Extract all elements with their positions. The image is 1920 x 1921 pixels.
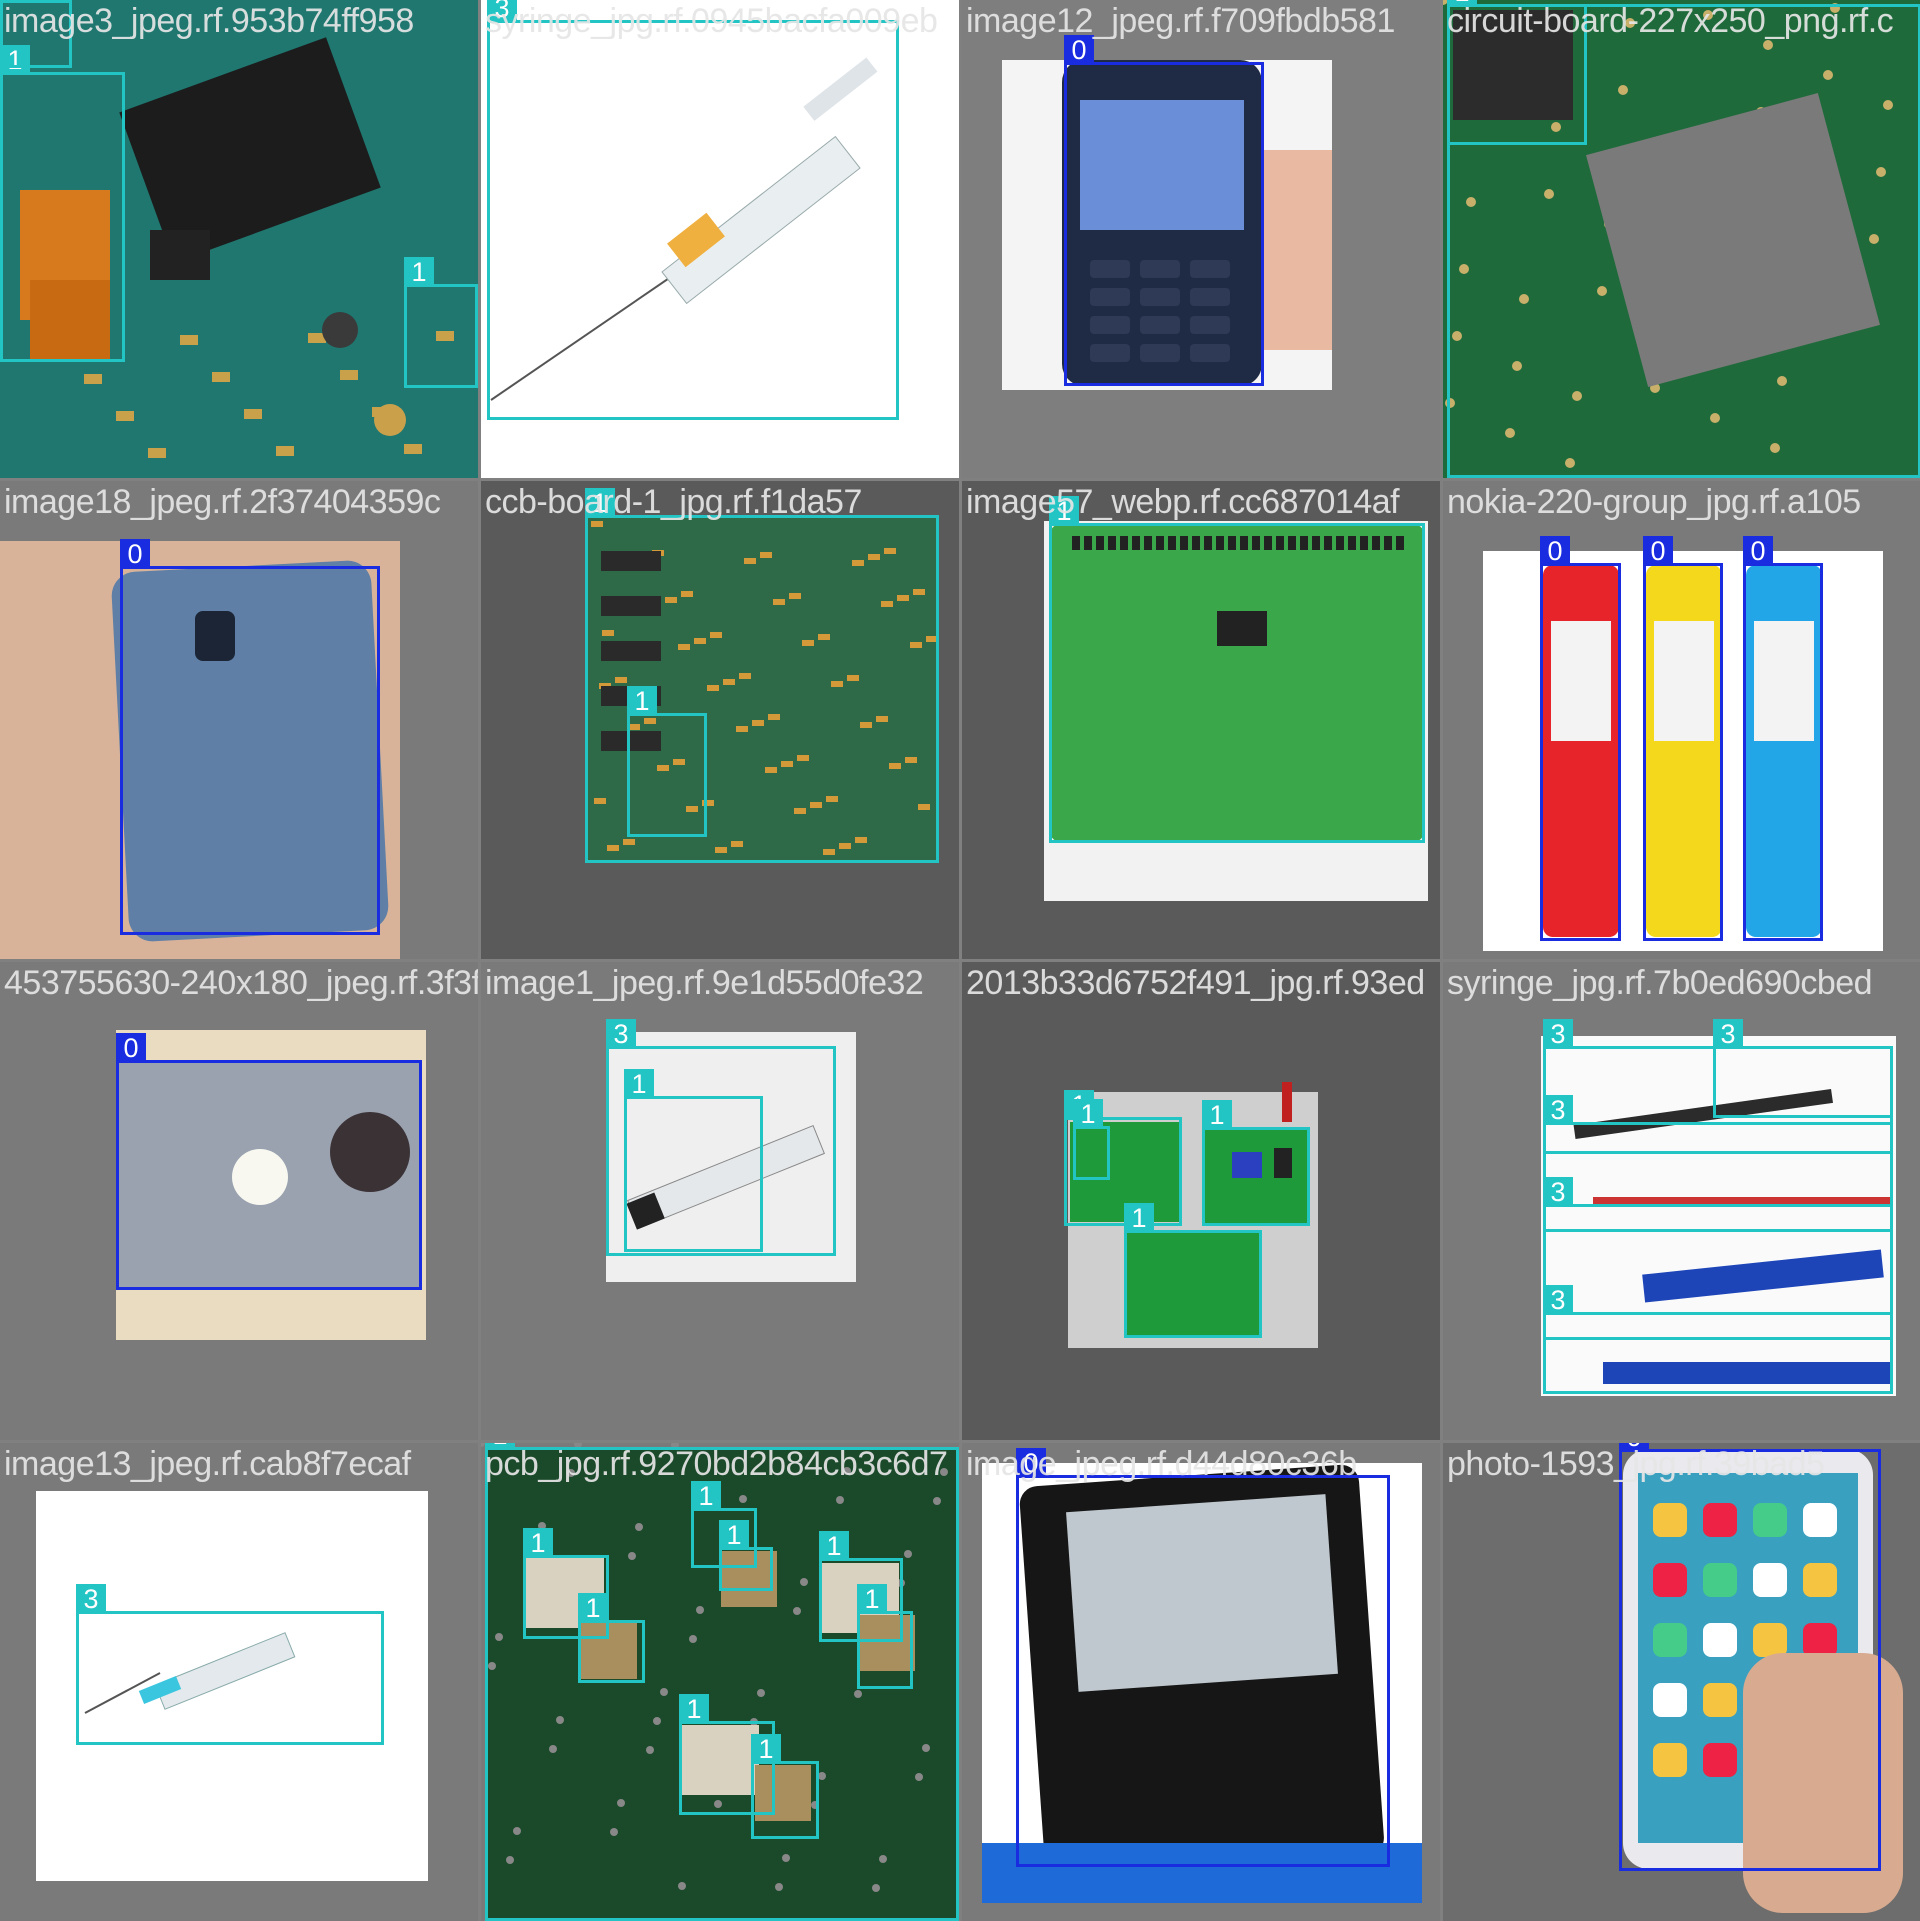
bounding-box: 1 <box>1202 1100 1310 1226</box>
bounding-box: 1 <box>627 686 707 837</box>
tile-filename: image_jpeg.rf.d44d80c36b <box>966 1445 1357 1483</box>
mosaic-tile: 0 453755630-240x180_jpeg.rf.3f3f <box>0 962 478 1440</box>
mosaic-tile: 1 1 ccb-board-1_jpg.rf.f1da57 <box>481 481 959 959</box>
mosaic-tile: 0photo-1593_jpg.rf.39bad5 <box>1443 1443 1920 1921</box>
mosaic-tile: 0 image12_jpeg.rf.f709fbdb581 <box>962 0 1440 478</box>
class-label: 0 <box>1643 536 1673 566</box>
bounding-box: 0 <box>1540 536 1621 941</box>
class-label: 1 <box>679 1694 709 1724</box>
bounding-box: 3 <box>1543 1285 1893 1394</box>
tile-filename: image13_jpeg.rf.cab8f7ecaf <box>4 1445 411 1483</box>
tile-filename: nokia-220-group_jpg.rf.a105 <box>1447 483 1861 521</box>
class-label: 1 <box>1073 1099 1103 1129</box>
mosaic-tile: 11circuit-board-227x250_png.rf.c <box>1443 0 1920 478</box>
mosaic-tile: 0 image18_jpeg.rf.2f37404359c <box>0 481 478 959</box>
bounding-box: 1 <box>857 1584 913 1689</box>
class-label: 1 <box>819 1531 849 1561</box>
tile-filename: ccb-board-1_jpg.rf.f1da57 <box>485 483 862 521</box>
tile-filename: image12_jpeg.rf.f709fbdb581 <box>966 2 1395 40</box>
bounding-box: 0 <box>1016 1448 1390 1867</box>
bounding-box: 0 <box>1743 536 1823 941</box>
class-label: 1 <box>578 1593 608 1623</box>
tile-image <box>962 962 1440 1440</box>
class-label: 1 <box>751 1734 781 1764</box>
mosaic-tile: 3 3 3 3 3 syringe_jpg.rf.7b0ed690cbed <box>1443 962 1920 1440</box>
class-label: 0 <box>1743 536 1773 566</box>
bounding-box: 0 <box>1643 536 1723 941</box>
tile-filename: 2013b33d6752f491_jpg.rf.93ed <box>966 964 1425 1002</box>
bounding-box: 0 <box>1064 35 1264 386</box>
bounding-box: 3 <box>76 1584 384 1745</box>
tile-filename: photo-1593_jpg.rf.39bad5 <box>1447 1445 1825 1483</box>
mosaic-tile: 0 image_jpeg.rf.d44d80c36b <box>962 1443 1440 1921</box>
mosaic-tile: 111image3_jpeg.rf.953b74ff958 <box>0 0 478 478</box>
class-label: 1 <box>857 1584 887 1614</box>
class-label: 3 <box>606 1019 636 1049</box>
tile-filename: syringe_jpg.rf.7b0ed690cbed <box>1447 964 1873 1002</box>
class-label: 3 <box>1543 1095 1573 1125</box>
class-label: 1 <box>627 686 657 716</box>
class-label: 0 <box>116 1033 146 1063</box>
class-label: 0 <box>1540 536 1570 566</box>
class-label: 1 <box>1124 1203 1154 1233</box>
mosaic-tile: 3 1 image1_jpeg.rf.9e1d55d0fe32 <box>481 962 959 1440</box>
tile-filename: syringe_jpg.rf.0945bacfa009eb <box>485 2 938 40</box>
mosaic-tile: 111111111pcb_jpg.rf.9270bd2b84cb3c6d7 <box>481 1443 959 1921</box>
bounding-box: 3 <box>487 0 899 420</box>
bounding-box: 0 <box>116 1033 422 1290</box>
mosaic-tile: 11112013b33d6752f491_jpg.rf.93ed <box>962 962 1440 1440</box>
class-label: 0 <box>120 539 150 569</box>
tile-filename: image57_webp.rf.cc687014af <box>966 483 1400 521</box>
class-label: 3 <box>76 1584 106 1614</box>
bounding-box: 1 <box>578 1593 645 1683</box>
tile-filename: pcb_jpg.rf.9270bd2b84cb3c6d7 <box>485 1445 948 1483</box>
tile-filename: image3_jpeg.rf.953b74ff958 <box>4 2 414 40</box>
mosaic-tile: 1 image57_webp.rf.cc687014af <box>962 481 1440 959</box>
class-label: 3 <box>1543 1019 1573 1049</box>
tile-filename: image18_jpeg.rf.2f37404359c <box>4 483 441 521</box>
mosaic-tile: 3 image13_jpeg.rf.cab8f7ecaf <box>0 1443 478 1921</box>
mosaic-tile: 0 0 0 nokia-220-group_jpg.rf.a105 <box>1443 481 1920 959</box>
bounding-box: 1 <box>1049 496 1425 843</box>
class-label: 1 <box>523 1528 553 1558</box>
bounding-box: 1 <box>0 45 125 362</box>
bounding-box: 0 <box>1619 1443 1881 1871</box>
bounding-box: 1 <box>751 1734 819 1839</box>
bounding-box: 1 <box>719 1520 773 1591</box>
tile-filename: 453755630-240x180_jpeg.rf.3f3f <box>4 964 478 1002</box>
mosaic-tile: 3 syringe_jpg.rf.0945bacfa009eb <box>481 0 959 478</box>
bounding-box: 0 <box>120 539 380 935</box>
bounding-box: 1 <box>1124 1203 1262 1338</box>
class-label: 1 <box>624 1069 654 1099</box>
class-label: 1 <box>691 1481 721 1511</box>
bounding-box: 1 <box>624 1069 763 1252</box>
class-label: 3 <box>1543 1177 1573 1207</box>
tile-filename: circuit-board-227x250_png.rf.c <box>1447 2 1894 40</box>
class-label: 1 <box>1202 1100 1232 1130</box>
bounding-box: 3 <box>1713 1019 1893 1118</box>
class-label: 3 <box>1713 1019 1743 1049</box>
class-label: 1 <box>719 1520 749 1550</box>
bounding-box: 1 <box>404 257 478 388</box>
detection-mosaic: 111image3_jpeg.rf.953b74ff9583syringe_jp… <box>0 0 1920 1921</box>
bounding-box: 1 <box>1073 1099 1110 1180</box>
class-label: 1 <box>404 257 434 287</box>
tile-filename: image1_jpeg.rf.9e1d55d0fe32 <box>485 964 924 1002</box>
class-label: 3 <box>1543 1285 1573 1315</box>
